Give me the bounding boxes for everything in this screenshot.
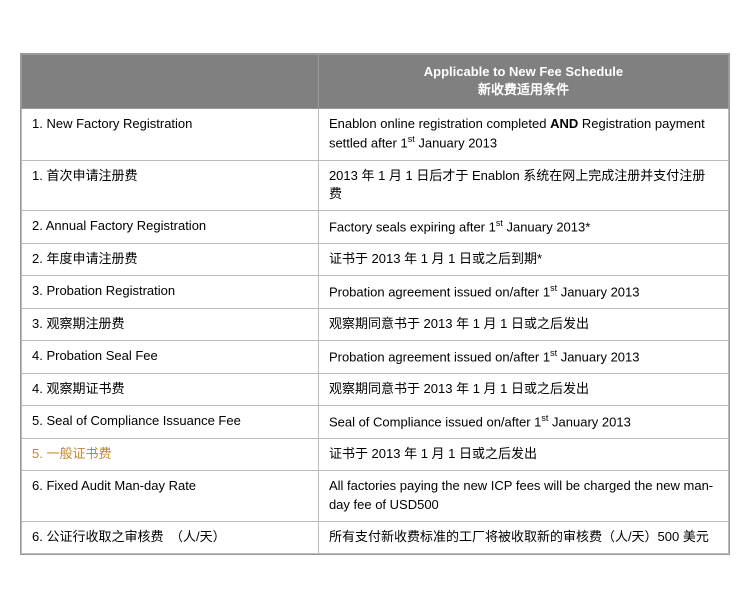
row-en-condition: Probation agreement issued on/after 1st … (318, 276, 728, 309)
row-en-label: 5. Seal of Compliance Issuance Fee (22, 406, 319, 439)
row-en-label: 1. New Factory Registration (22, 108, 319, 160)
header-en: Applicable to New Fee Schedule (329, 63, 718, 81)
row-zh-condition: 2013 年 1 月 1 日后才于 Enablon 系统在网上完成注册并支付注册… (318, 160, 728, 211)
header-zh: 新收费适用条件 (329, 81, 718, 99)
row-zh-condition: 证书于 2013 年 1 月 1 日或之后发出 (318, 439, 728, 471)
row-en-label: 3. Probation Registration (22, 276, 319, 309)
table-row: 2. 年度申请注册费证书于 2013 年 1 月 1 日或之后到期* (22, 244, 729, 276)
table-row: 4. Probation Seal FeeProbation agreement… (22, 341, 729, 374)
table-row: 6. Fixed Audit Man-day RateAll factories… (22, 471, 729, 522)
row-zh-condition: 观察期同意书于 2013 年 1 月 1 日或之后发出 (318, 374, 728, 406)
row-zh-label: 5. 一般证书费 (22, 439, 319, 471)
header-col-left (22, 55, 319, 108)
table-row: 3. 观察期注册费观察期同意书于 2013 年 1 月 1 日或之后发出 (22, 309, 729, 341)
table-row: 5. 一般证书费 证书于 2013 年 1 月 1 日或之后发出 (22, 439, 729, 471)
row-zh-condition: 所有支付新收费标准的工厂将被收取新的审核费（人/天）500 美元 (318, 521, 728, 553)
row-zh-label: 4. 观察期证书费 (22, 374, 319, 406)
row-zh-label: 3. 观察期注册费 (22, 309, 319, 341)
row-en-label: 4. Probation Seal Fee (22, 341, 319, 374)
row-en-condition: Enablon online registration completed AN… (318, 108, 728, 160)
row-en-condition: All factories paying the new ICP fees wi… (318, 471, 728, 522)
table-row: 6. 公证行收取之审核费 （人/天）所有支付新收费标准的工厂将被收取新的审核费（… (22, 521, 729, 553)
orange-label: 5. 一般证书费 (32, 446, 111, 461)
row-en-condition: Seal of Compliance issued on/after 1st J… (318, 406, 728, 439)
table-row: 3. Probation RegistrationProbation agree… (22, 276, 729, 309)
row-en-condition: Probation agreement issued on/after 1st … (318, 341, 728, 374)
table-row: 5. Seal of Compliance Issuance FeeSeal o… (22, 406, 729, 439)
table-row: 4. 观察期证书费观察期同意书于 2013 年 1 月 1 日或之后发出 (22, 374, 729, 406)
table-row: 1. 首次申请注册费2013 年 1 月 1 日后才于 Enablon 系统在网… (22, 160, 729, 211)
row-zh-condition: 证书于 2013 年 1 月 1 日或之后到期* (318, 244, 728, 276)
fee-schedule-table: Applicable to New Fee Schedule 新收费适用条件 1… (20, 53, 730, 555)
row-en-label: 6. Fixed Audit Man-day Rate (22, 471, 319, 522)
table-row: 1. New Factory RegistrationEnablon onlin… (22, 108, 729, 160)
row-zh-label: 6. 公证行收取之审核费 （人/天） (22, 521, 319, 553)
row-en-label: 2. Annual Factory Registration (22, 211, 319, 244)
row-zh-condition: 观察期同意书于 2013 年 1 月 1 日或之后发出 (318, 309, 728, 341)
row-zh-label: 1. 首次申请注册费 (22, 160, 319, 211)
table-row: 2. Annual Factory RegistrationFactory se… (22, 211, 729, 244)
row-en-condition: Factory seals expiring after 1st January… (318, 211, 728, 244)
header-col-right: Applicable to New Fee Schedule 新收费适用条件 (318, 55, 728, 108)
row-zh-label: 2. 年度申请注册费 (22, 244, 319, 276)
